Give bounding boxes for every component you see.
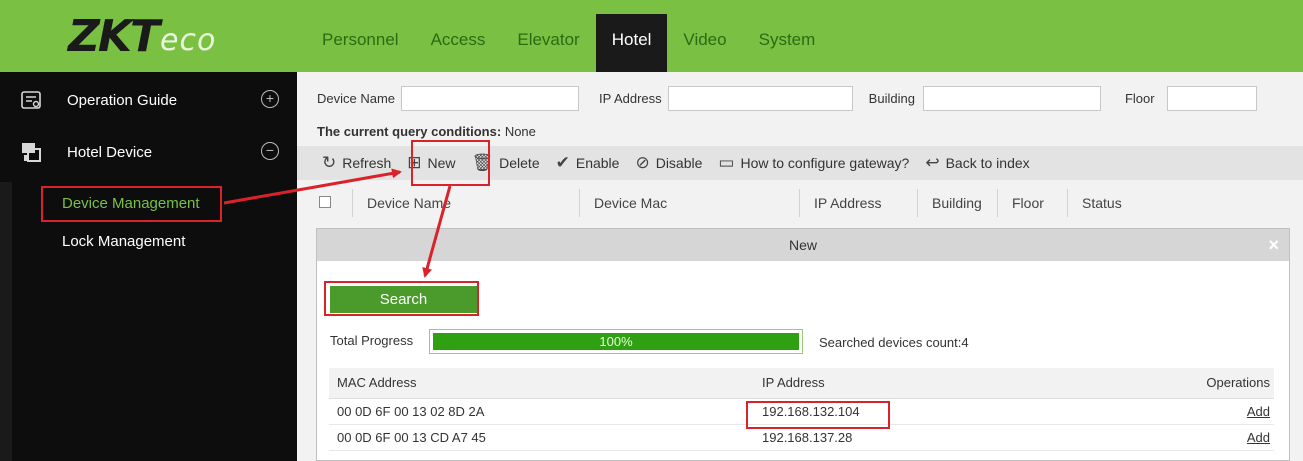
conditions-value: None [504, 124, 536, 139]
device-name-input[interactable] [401, 86, 580, 111]
enable-label: Enable [575, 155, 620, 171]
guide-icon [19, 88, 43, 112]
disable-icon: ⊘ [635, 153, 650, 172]
ip-cell: 192.168.132.104 [754, 398, 1164, 425]
add-link[interactable]: Add [1243, 404, 1270, 419]
table-row: 00 0D 6F 00 13 CD A7 45 192.168.137.28 A… [329, 424, 1274, 451]
check-icon: ✔ [555, 153, 570, 172]
sidebar-menu-hotel-device[interactable]: Hotel Device − [0, 126, 297, 178]
top-bar: ZKT eco Personnel Access Elevator Hotel V… [0, 0, 1303, 72]
sidebar-menu-label: Hotel Device [67, 143, 153, 161]
col-device-name[interactable]: Device Name [353, 189, 580, 217]
mac-cell: 00 0D 6F 00 13 02 8D 2A [329, 398, 754, 425]
delete-button[interactable]: 🗑 Delete [472, 153, 540, 173]
sidebar-item-lock-management[interactable]: Lock Management [0, 224, 297, 260]
disable-label: Disable [655, 155, 703, 171]
select-all-checkbox[interactable] [319, 196, 331, 208]
device-table-header: Device Name Device Mac IP Address Buildi… [297, 189, 1303, 217]
nav-system[interactable]: System [743, 14, 832, 72]
zkteco-logo[interactable]: ZKT eco [0, 0, 300, 72]
ip-address-label: IP Address [599, 91, 662, 106]
add-link[interactable]: Add [1243, 430, 1270, 445]
collapse-icon[interactable]: − [261, 142, 279, 160]
nav-hotel[interactable]: Hotel [595, 14, 668, 72]
col-device-mac[interactable]: Device Mac [580, 189, 800, 217]
building-label: Building [868, 91, 915, 106]
progress-label: Total Progress [330, 333, 414, 348]
search-button[interactable]: Search [330, 286, 477, 313]
search-results-table: MAC Address IP Address Operations 00 0D … [329, 368, 1274, 451]
sidebar-item-device-management[interactable]: Device Management [0, 186, 297, 222]
conditions-label: The current query conditions: [317, 124, 502, 139]
table-row: 00 0D 6F 00 13 02 8D 2A 192.168.132.104 … [329, 398, 1274, 425]
col-floor[interactable]: Floor [998, 189, 1068, 217]
delete-label: Delete [499, 155, 540, 171]
col-ip-address: IP Address [754, 368, 1164, 399]
nav-elevator[interactable]: Elevator [501, 14, 595, 72]
mac-cell: 00 0D 6F 00 13 CD A7 45 [329, 424, 754, 451]
refresh-button[interactable]: ↻ Refresh [322, 153, 391, 173]
nav-access[interactable]: Access [415, 14, 502, 72]
floor-input[interactable] [1166, 86, 1257, 111]
searched-count: Searched devices count:4 [819, 335, 969, 350]
col-ip-address[interactable]: IP Address [800, 189, 918, 217]
progress-bar: 100% [429, 329, 803, 354]
nav-video[interactable]: Video [667, 14, 742, 72]
back-to-index-label: Back to index [945, 155, 1030, 171]
query-bar: Device Name IP Address Building Floor [317, 86, 1257, 111]
gateway-help-label: How to configure gateway? [740, 155, 910, 171]
gateway-help-button[interactable]: ▭ How to configure gateway? [718, 153, 909, 173]
device-icon [19, 140, 43, 164]
new-button[interactable]: ⊞ New [407, 153, 455, 173]
col-status[interactable]: Status [1068, 189, 1168, 217]
new-device-dialog: New × Search Total Progress 100% Searche… [316, 228, 1290, 461]
floor-label: Floor [1124, 91, 1155, 106]
document-icon: ▭ [718, 153, 735, 172]
enable-button[interactable]: ✔ Enable [556, 153, 620, 173]
col-building[interactable]: Building [918, 189, 998, 217]
back-arrow-icon: ↩ [925, 153, 940, 172]
close-icon[interactable]: × [1268, 229, 1279, 261]
results-header-row: MAC Address IP Address Operations [329, 368, 1274, 399]
progress-fill: 100% [433, 333, 799, 350]
device-name-label: Device Name [317, 91, 396, 106]
ip-cell: 192.168.137.28 [754, 424, 1164, 451]
disable-button[interactable]: ⊘ Disable [635, 153, 702, 173]
select-all-cell [297, 189, 353, 217]
trash-icon: 🗑 [471, 153, 494, 172]
nav-personnel[interactable]: Personnel [306, 14, 415, 72]
new-label: New [427, 155, 456, 171]
query-conditions: The current query conditions: None [317, 124, 536, 139]
col-mac-address: MAC Address [329, 368, 754, 399]
ip-address-input[interactable] [667, 86, 853, 111]
refresh-label: Refresh [342, 155, 392, 171]
main-nav: Personnel Access Elevator Hotel Video Sy… [306, 14, 831, 72]
add-document-icon: ⊞ [407, 153, 422, 172]
dialog-header: New × [317, 229, 1289, 261]
dialog-title: New [788, 237, 817, 253]
sidebar-menu-operation-guide[interactable]: Operation Guide + [0, 74, 297, 126]
toolbar: ↻ Refresh ⊞ New 🗑 Delete ✔ Enable ⊘ Disa… [297, 146, 1303, 180]
back-to-index-button[interactable]: ↩ Back to index [925, 153, 1029, 173]
expand-icon[interactable]: + [261, 90, 279, 108]
sidebar-menu-label: Operation Guide [67, 91, 178, 109]
col-operations: Operations [1164, 368, 1274, 399]
refresh-icon: ↻ [322, 153, 337, 172]
building-input[interactable] [922, 86, 1101, 111]
